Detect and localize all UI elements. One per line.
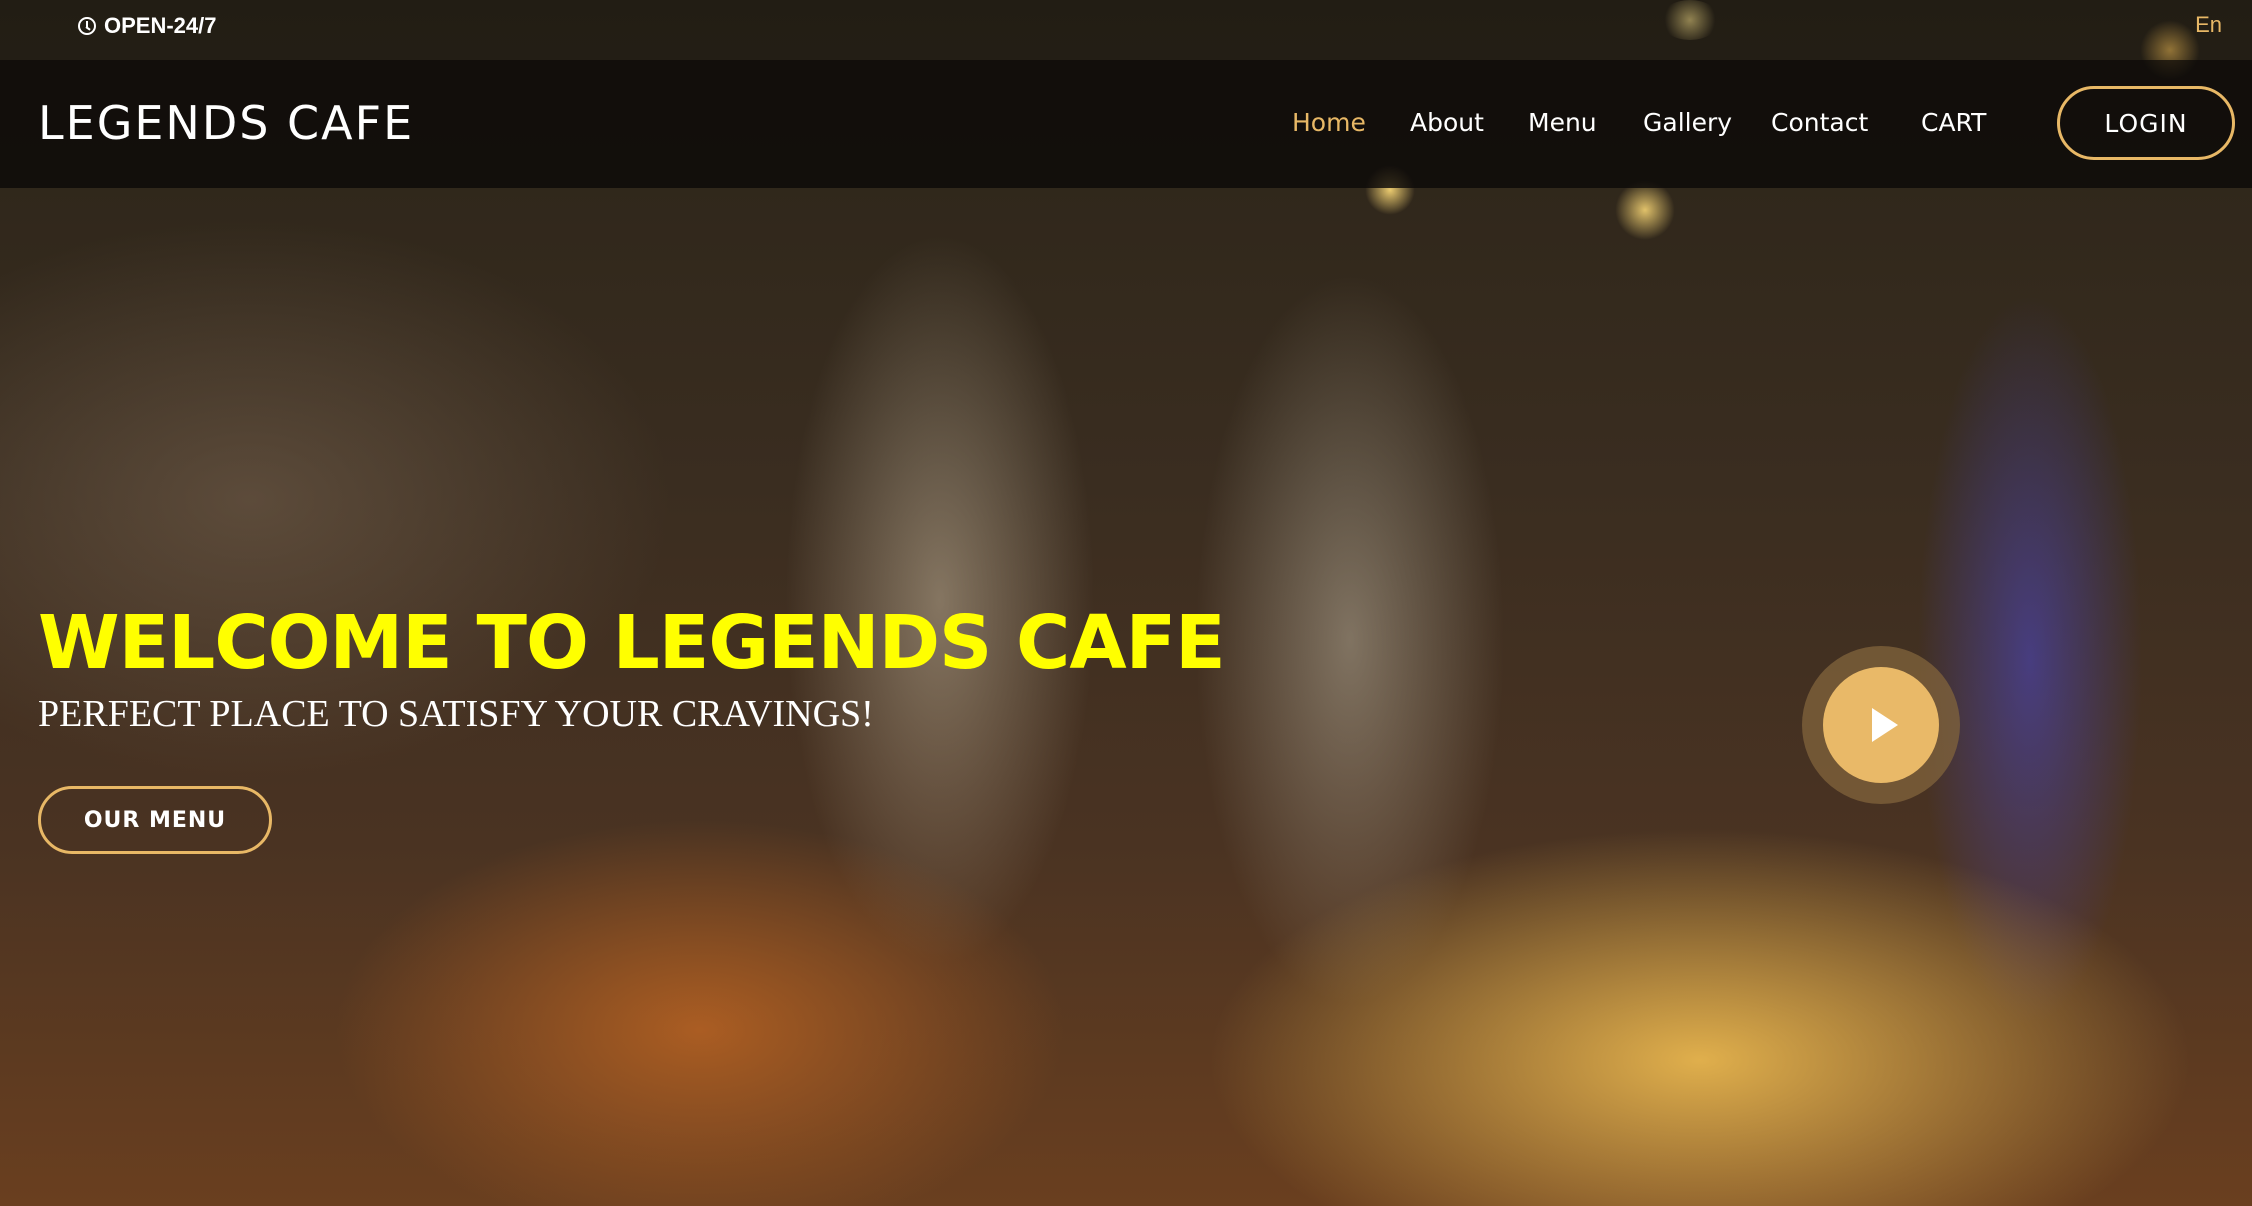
nav-item-menu[interactable]: Menu bbox=[1528, 108, 1597, 137]
play-button-circle bbox=[1823, 667, 1939, 783]
our-menu-button[interactable]: OUR MENU bbox=[38, 786, 272, 854]
nav-item-gallery[interactable]: Gallery bbox=[1643, 108, 1732, 137]
bokeh-light bbox=[1615, 180, 1675, 240]
clock-icon bbox=[78, 17, 96, 35]
open-hours: OPEN-24/7 bbox=[78, 12, 217, 40]
play-icon bbox=[1872, 708, 1898, 742]
play-video-button[interactable] bbox=[1802, 646, 1960, 804]
nav-item-about[interactable]: About bbox=[1410, 108, 1484, 137]
hero-title: WELCOME TO LEGENDS CAFE bbox=[38, 600, 1226, 686]
login-button[interactable]: LOGIN bbox=[2057, 86, 2235, 160]
hero-subtitle: PERFECT PLACE TO SATISFY YOUR CRAVINGS! bbox=[38, 693, 874, 735]
top-bar: OPEN-24/7 En bbox=[0, 0, 2252, 60]
nav-item-cart[interactable]: CART bbox=[1921, 108, 1986, 137]
nav-item-home[interactable]: Home bbox=[1292, 108, 1366, 137]
language-selector[interactable]: En bbox=[2195, 12, 2222, 38]
header-nav: LEGENDS CAFE Home About Menu Gallery Con… bbox=[0, 60, 2252, 188]
brand-logo[interactable]: LEGENDS CAFE bbox=[38, 96, 414, 150]
open-hours-label: OPEN-24/7 bbox=[104, 13, 217, 38]
nav-item-contact[interactable]: Contact bbox=[1771, 108, 1868, 137]
